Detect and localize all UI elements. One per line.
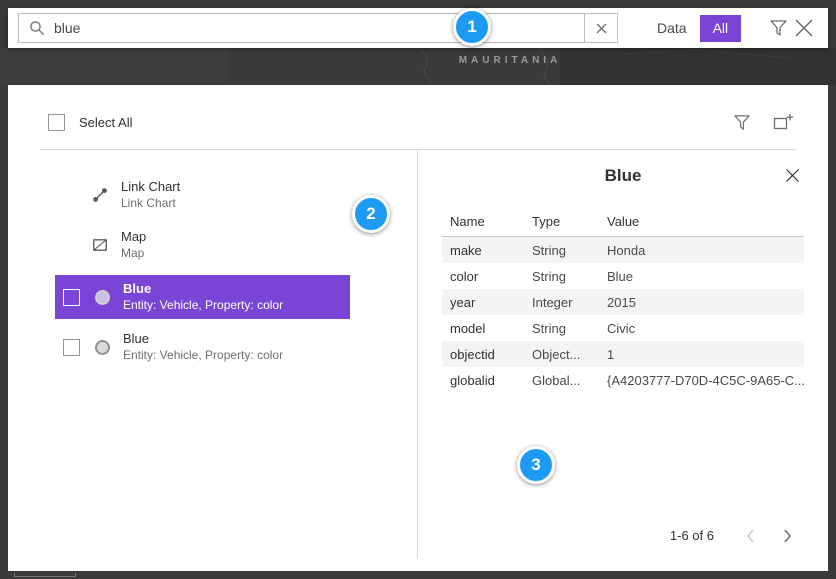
result-checkbox[interactable] [63,339,80,356]
attributes-table: Name Type Value make String Honda color … [442,206,804,393]
pagination: 1-6 of 6 [670,528,796,543]
result-item-blue[interactable]: Blue Entity: Vehicle, Property: color [55,325,350,369]
search-input[interactable]: blue [18,13,618,43]
cell-name: objectid [442,347,524,362]
cell-type: Object... [524,347,599,362]
result-subtitle: Link Chart [121,196,180,212]
next-page-button[interactable] [783,529,792,543]
table-row: year Integer 2015 [442,289,804,315]
search-query-text: blue [54,20,584,36]
result-title: Blue [123,281,283,298]
chevron-left-icon [746,529,755,543]
detail-panel: Blue Name Type Value make String Honda [417,150,804,559]
search-scope-toggle: Data All [644,15,741,42]
panel-toolbar: Select All [48,113,794,131]
add-to-link-chart-icon[interactable] [773,113,794,131]
cell-name: globalid [442,373,524,388]
map-region-label: MAURITANIA [420,55,600,66]
table-row: objectid Object... 1 [442,341,804,367]
map-border-lines [0,48,836,85]
entity-circle-icon [95,340,110,355]
result-item-map[interactable]: Map Map [55,223,350,267]
map-scale-bar [14,573,76,577]
cell-name: year [442,295,524,310]
column-header-value: Value [599,214,804,229]
result-subtitle: Map [121,246,146,262]
result-title: Link Chart [121,179,180,196]
cell-value: Honda [599,243,804,258]
chevron-right-icon [783,529,792,543]
cell-type: String [524,243,599,258]
table-row: make String Honda [442,237,804,263]
cell-value: Civic [599,321,804,336]
scope-data-button[interactable]: Data [644,15,700,42]
cell-type: String [524,321,599,336]
map-icon [92,237,108,253]
close-small-icon [596,23,607,34]
scope-all-button[interactable]: All [700,15,742,42]
cell-value: {A4203777-D70D-4C5C-9A65-C... [599,373,804,388]
table-header-row: Name Type Value [442,206,804,237]
cell-type: Integer [524,295,599,310]
close-icon[interactable] [794,18,814,38]
page-range-label: 1-6 of 6 [670,528,714,543]
result-title: Map [121,229,146,246]
clear-search-button[interactable] [584,14,617,42]
link-chart-icon [92,187,108,203]
table-row: model String Civic [442,315,804,341]
detail-title: Blue [442,166,804,186]
filter-results-icon[interactable] [733,114,751,131]
filter-icon[interactable] [769,19,788,37]
close-detail-button[interactable] [785,168,800,183]
result-item-link-chart[interactable]: Link Chart Link Chart [55,173,350,217]
cell-name: model [442,321,524,336]
cell-type: String [524,269,599,284]
search-bar: blue Data All [8,8,828,48]
search-results-panel: Select All Link Chart Link Chart [8,85,828,571]
cell-type: Global... [524,373,599,388]
close-icon [785,168,800,183]
callout-badge-2: 2 [352,195,390,233]
column-header-name: Name [442,214,524,229]
callout-badge-1: 1 [453,8,491,46]
select-all-label: Select All [79,115,132,130]
callout-badge-3: 3 [517,446,555,484]
column-header-type: Type [524,214,599,229]
result-checkbox[interactable] [63,289,80,306]
prev-page-button[interactable] [746,529,755,543]
result-item-blue-selected[interactable]: Blue Entity: Vehicle, Property: color [55,275,350,319]
cell-value: 1 [599,347,804,362]
cell-value: Blue [599,269,804,284]
result-subtitle: Entity: Vehicle, Property: color [123,298,283,314]
app-window: MAURITANIA blue Data All [0,0,836,579]
table-row: globalid Global... {A4203777-D70D-4C5C-9… [442,367,804,393]
select-all-checkbox[interactable] [48,114,65,131]
result-title: Blue [123,331,283,348]
result-subtitle: Entity: Vehicle, Property: color [123,348,283,364]
cell-value: 2015 [599,295,804,310]
cell-name: color [442,269,524,284]
entity-circle-icon [95,290,110,305]
cell-name: make [442,243,524,258]
search-icon [29,20,45,36]
table-row: color String Blue [442,263,804,289]
